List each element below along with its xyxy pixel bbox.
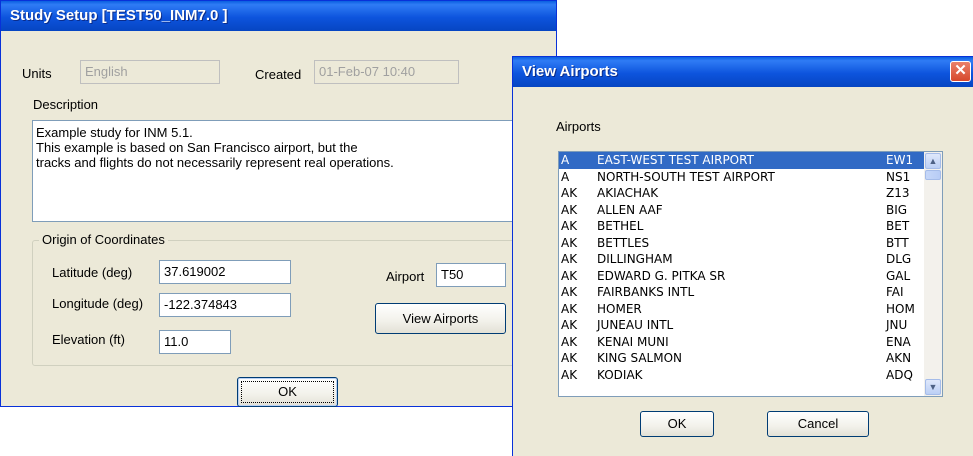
- view-airports-title: View Airports: [513, 57, 973, 87]
- airport-input[interactable]: T50: [436, 263, 506, 287]
- study-setup-ok-button[interactable]: OK: [237, 377, 338, 407]
- latitude-label: Latitude (deg): [52, 265, 133, 280]
- list-item[interactable]: AK EDWARD G. PITKA SR GAL: [559, 268, 924, 285]
- longitude-input[interactable]: -122.374843: [159, 293, 291, 317]
- units-field: English: [80, 60, 220, 84]
- airport-code: HOM: [886, 301, 915, 316]
- airport-name: KODIAK: [597, 367, 643, 382]
- airports-listbox[interactable]: A EAST-WEST TEST AIRPORT EW1 A NORTH-SOUTH T…: [558, 151, 943, 397]
- airport-code: Z13: [886, 186, 910, 200]
- scroll-down-icon[interactable]: ▼: [925, 379, 941, 395]
- list-item[interactable]: AK ALLEN AAF BIG: [559, 202, 924, 219]
- airport-code: NS1: [886, 169, 911, 184]
- list-item[interactable]: AK HOMER HOM: [559, 301, 924, 318]
- airports-list: A EAST-WEST TEST AIRPORT EW1 A NORTH-SOUTH T…: [559, 152, 924, 383]
- longitude-label: Longitude (deg): [52, 296, 144, 311]
- airport-code: BIG: [886, 202, 908, 217]
- airport-name: KENAI MUNI: [597, 334, 669, 349]
- description-label: Description: [33, 97, 99, 112]
- airport-label: Airport: [386, 269, 425, 284]
- airport-code: BTT: [886, 235, 909, 250]
- view-airports-cancel-button[interactable]: Cancel: [767, 411, 869, 437]
- airport-state: AK: [561, 219, 578, 233]
- units-label: Units: [22, 66, 52, 81]
- study-setup-dialog: Study Setup [TEST50_INM7.0 ] Units Engli…: [0, 0, 557, 407]
- study-setup-title: Study Setup [TEST50_INM7.0 ]: [1, 1, 556, 31]
- airport-name: BETTLES: [597, 235, 650, 250]
- airport-code: GAL: [886, 268, 911, 283]
- airport-code: FAI: [886, 285, 904, 299]
- description-line: Example study for INM 5.1.: [36, 125, 193, 140]
- vertical-scrollbar[interactable]: ▲ ▼: [924, 152, 942, 396]
- airport-state: AK: [561, 334, 578, 349]
- airport-name: FAIRBANKS INTL: [597, 285, 695, 299]
- list-item[interactable]: AK JUNEAU INTL JNU: [559, 317, 924, 334]
- airport-name: JUNEAU INTL: [597, 318, 674, 332]
- airport-state: AK: [561, 202, 578, 217]
- origin-group-label: Origin of Coordinates: [39, 232, 168, 247]
- elevation-input[interactable]: 11.0: [159, 330, 231, 354]
- airport-code: ENA: [886, 334, 911, 349]
- list-item[interactable]: AK KODIAK ADQ: [559, 367, 924, 384]
- list-item[interactable]: AK KING SALMON AKN: [559, 350, 924, 367]
- airport-name: NORTH-SOUTH TEST AIRPORT: [597, 169, 775, 184]
- airport-state: AK: [561, 235, 578, 250]
- list-item[interactable]: A NORTH-SOUTH TEST AIRPORT NS1: [559, 169, 924, 186]
- airport-name: AKIACHAK: [597, 186, 659, 200]
- latitude-input[interactable]: 37.619002: [159, 260, 291, 284]
- list-item[interactable]: AK KENAI MUNI ENA: [559, 334, 924, 351]
- created-field: 01-Feb-07 10:40: [314, 60, 459, 84]
- airport-name: DILLINGHAM: [597, 252, 673, 266]
- airport-state: A: [561, 153, 570, 167]
- view-airports-button[interactable]: View Airports: [375, 303, 506, 334]
- airport-state: AK: [561, 285, 578, 299]
- airports-label: Airports: [556, 119, 601, 134]
- airport-state: AK: [561, 318, 578, 332]
- airport-name: EDWARD G. PITKA SR: [597, 268, 726, 283]
- airport-state: AK: [561, 351, 578, 365]
- airport-name: HOMER: [597, 301, 642, 316]
- list-item[interactable]: AK BETTLES BTT: [559, 235, 924, 252]
- list-item[interactable]: A EAST-WEST TEST AIRPORT EW1: [559, 152, 924, 169]
- scroll-up-icon[interactable]: ▲: [925, 153, 941, 169]
- airport-state: AK: [561, 252, 578, 266]
- ok-label: OK: [278, 384, 297, 399]
- list-item[interactable]: AK FAIRBANKS INTL FAI: [559, 284, 924, 301]
- airport-name: ALLEN AAF: [597, 202, 663, 217]
- airport-code: DLG: [886, 252, 912, 266]
- airport-code: BET: [886, 219, 910, 233]
- created-label: Created: [255, 67, 302, 82]
- airport-code: EW1: [886, 153, 914, 167]
- airport-name: EAST-WEST TEST AIRPORT: [597, 153, 754, 167]
- close-icon[interactable]: ✕: [950, 61, 971, 82]
- airport-state: A: [561, 169, 570, 184]
- airport-state: AK: [561, 301, 578, 316]
- list-item[interactable]: AK BETHEL BET: [559, 218, 924, 235]
- airport-name: KING SALMON: [597, 351, 683, 365]
- airport-code: AKN: [886, 351, 912, 365]
- airport-code: JNU: [886, 318, 908, 332]
- description-line: tracks and flights do not necessarily re…: [36, 155, 394, 170]
- elevation-label: Elevation (ft): [52, 332, 125, 347]
- airport-name: BETHEL: [597, 219, 644, 233]
- view-airports-ok-button[interactable]: OK: [640, 411, 714, 437]
- airport-state: AK: [561, 367, 578, 382]
- list-item[interactable]: AK AKIACHAK Z13: [559, 185, 924, 202]
- airport-state: AK: [561, 268, 578, 283]
- view-airports-title-text: View Airports: [522, 63, 618, 80]
- description-line: This example is based on San Francisco a…: [36, 140, 358, 155]
- view-airports-dialog: View Airports ✕ Airports A EAST-WEST TEST…: [512, 56, 973, 456]
- airport-state: AK: [561, 186, 578, 200]
- description-textarea[interactable]: Example study for INM 5.1. This example …: [32, 120, 549, 222]
- airport-code: ADQ: [886, 367, 913, 382]
- scroll-thumb[interactable]: [925, 170, 941, 180]
- list-item[interactable]: AK DILLINGHAM DLG: [559, 251, 924, 268]
